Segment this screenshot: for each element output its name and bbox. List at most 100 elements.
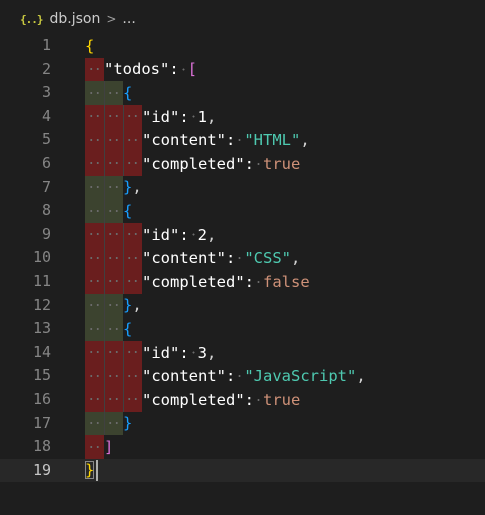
whitespace-marker [254, 269, 263, 294]
comma: , [300, 131, 310, 150]
indent-marker [85, 435, 104, 459]
colon: : [244, 390, 254, 409]
code-line[interactable]: 7}, [0, 175, 485, 200]
json-key: "completed" [142, 390, 245, 409]
code-line[interactable]: 2 "todos": [ [0, 57, 485, 82]
colon: : [179, 225, 189, 244]
indent-marker [85, 387, 104, 412]
line-code: { [85, 317, 132, 341]
line-code: { [85, 34, 94, 58]
json-key: "id" [142, 343, 180, 362]
string-value: "JavaScript" [244, 367, 357, 386]
string-value: "CSS" [244, 249, 292, 268]
line-code: ] [85, 435, 113, 459]
indent-marker [104, 387, 123, 412]
json-key: "id" [142, 225, 180, 244]
line-number: 4 [41, 106, 51, 125]
code-line[interactable]: 1{ [0, 34, 485, 58]
line-number: 11 [32, 271, 51, 290]
colon: : [179, 343, 189, 362]
code-line[interactable]: 18] [0, 435, 485, 459]
code-line[interactable]: 12}, [0, 293, 485, 318]
code-line[interactable]: 17} [0, 411, 485, 436]
bracket: } [123, 414, 133, 433]
bracket: { [123, 201, 133, 220]
indent-marker [85, 199, 104, 223]
code-line[interactable]: 4 "id":1, [0, 104, 485, 129]
bracket: } [85, 461, 95, 480]
line-code: "id":2, [85, 222, 216, 247]
line-code: "completed": false [85, 269, 310, 294]
json-key: "content" [142, 249, 226, 268]
indent-marker [104, 199, 123, 223]
indent-marker [123, 246, 142, 270]
code-line[interactable]: 10 "content": "CSS", [0, 246, 485, 270]
line-number: 17 [32, 413, 51, 432]
line-number: 14 [32, 342, 51, 361]
whitespace-marker [188, 340, 198, 365]
indent-marker [104, 293, 123, 318]
chevron-right-icon: > [106, 12, 117, 26]
breadcrumb: {..} db.json > ... [0, 0, 485, 38]
line-code: { [85, 81, 132, 105]
comma: , [207, 343, 217, 362]
text-cursor [96, 459, 98, 481]
line-number: 16 [32, 389, 51, 408]
breadcrumb-more[interactable]: ... [122, 11, 135, 27]
indent-marker [123, 151, 142, 176]
code-line[interactable]: 8{ [0, 199, 485, 223]
whitespace-marker [188, 104, 198, 129]
indent-marker [123, 340, 142, 365]
code-line[interactable]: 14 "id":3, [0, 340, 485, 365]
indent-marker [85, 222, 104, 247]
indent-marker [85, 246, 104, 270]
number-value: 3 [197, 343, 208, 362]
code-line[interactable]: 9 "id":2, [0, 222, 485, 247]
colon: : [169, 60, 179, 79]
indent-marker [85, 151, 104, 176]
code-line[interactable]: 15 "content": "JavaScript", [0, 364, 485, 388]
indent-marker [123, 269, 142, 294]
boolean-value: false [263, 272, 310, 291]
code-line[interactable]: 5 "content": "HTML", [0, 128, 485, 152]
colon: : [244, 272, 254, 291]
indent-marker [104, 411, 123, 436]
indent-marker [104, 364, 123, 388]
whitespace-marker [254, 151, 263, 176]
code-line[interactable]: 3{ [0, 81, 485, 105]
line-number: 2 [41, 59, 51, 78]
indent-marker [104, 246, 123, 270]
whitespace-marker [235, 246, 245, 270]
bracket: ] [104, 437, 114, 456]
json-file-icon: {..} [20, 12, 43, 26]
line-code: "content": "JavaScript", [85, 364, 366, 388]
line-number: 10 [32, 248, 51, 267]
code-line[interactable]: 13 { [0, 317, 485, 341]
line-number: 1 [41, 36, 51, 54]
boolean-value: true [263, 390, 301, 409]
breadcrumb-file[interactable]: db.json [50, 11, 101, 27]
code-line[interactable]: 6 "completed": true [0, 151, 485, 176]
indent-marker [104, 151, 123, 176]
code-line[interactable]: 11 "completed": false [0, 269, 485, 294]
bracket: } [123, 296, 133, 315]
colon: : [226, 249, 236, 268]
line-number: 8 [41, 201, 51, 220]
code-editor[interactable]: 1{2 "todos":[3{4 "id":1, 5 "content": "HTML",… [0, 34, 485, 483]
line-number: 6 [41, 153, 51, 172]
indent-marker [123, 104, 142, 129]
colon: : [244, 154, 254, 173]
indent-marker [104, 317, 123, 341]
colon: : [226, 131, 236, 150]
line-code: "id":3, [85, 340, 217, 365]
indent-marker [104, 175, 123, 200]
code-line[interactable]: 16 "completed": true [0, 387, 485, 412]
indent-marker [104, 81, 123, 105]
colon: : [179, 107, 189, 126]
line-number: 7 [41, 177, 51, 196]
indent-marker [85, 104, 104, 129]
code-line[interactable]: 19} [0, 458, 485, 483]
comma: , [291, 249, 301, 268]
line-number: 9 [41, 224, 51, 243]
indent-marker [85, 81, 104, 105]
